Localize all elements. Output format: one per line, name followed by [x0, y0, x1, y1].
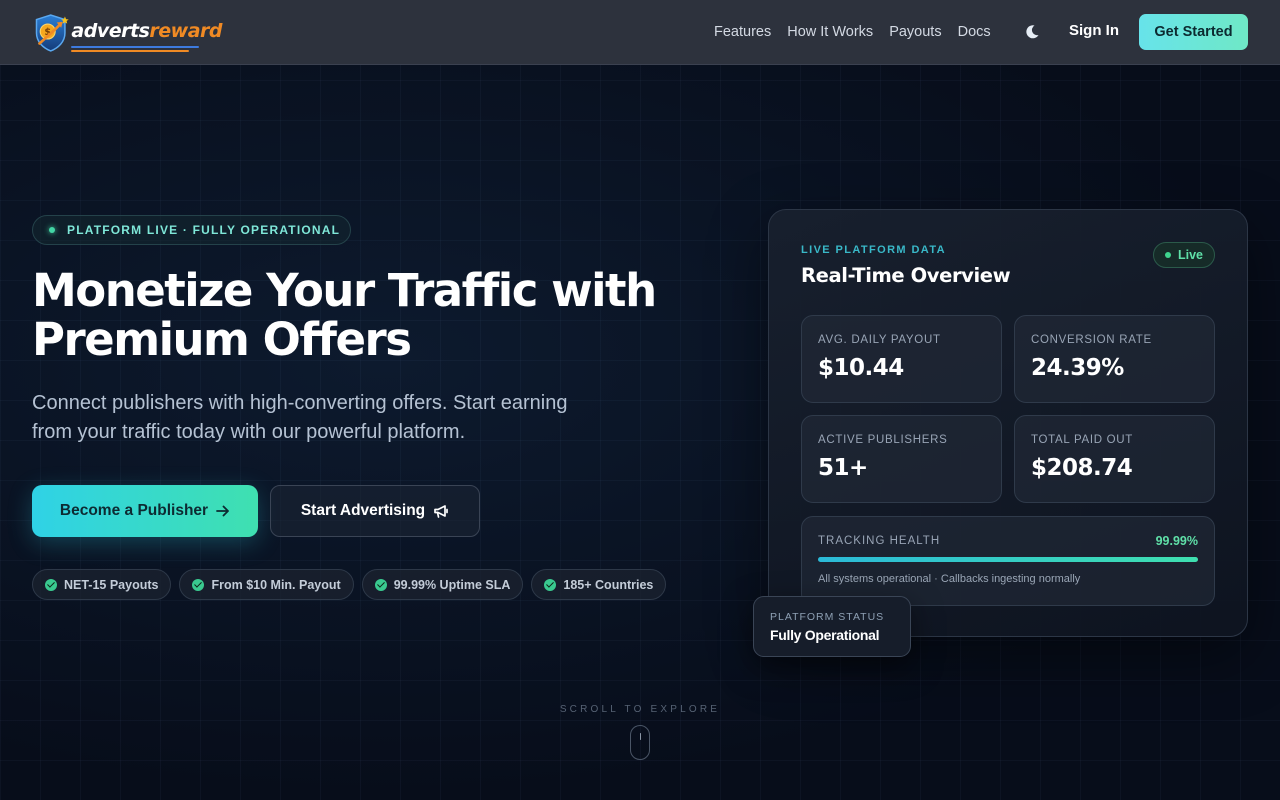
get-started-button[interactable]: Get Started: [1139, 14, 1248, 50]
stat-conversion-rate: CONVERSION RATE 24.39%: [1014, 315, 1215, 403]
check-circle-icon: [374, 578, 387, 591]
chip-uptime: 99.99% Uptime SLA: [361, 569, 524, 600]
health-progress-track: [818, 557, 1198, 562]
platform-status-card: PLATFORM STATUS Fully Operational: [753, 596, 911, 657]
stat-label: CONVERSION RATE: [1031, 334, 1152, 346]
stat-active-publishers: ACTIVE PUBLISHERS 51+: [801, 415, 1002, 503]
stat-avg-daily-payout: AVG. DAILY PAYOUT $10.44: [801, 315, 1002, 403]
card-title: Real-Time Overview: [801, 264, 1011, 287]
top-navbar: $ advertsreward Features How It Works Pa…: [0, 0, 1280, 65]
become-publisher-button[interactable]: Become a Publisher: [32, 485, 258, 537]
shield-dollar-logo-icon: $: [35, 14, 69, 52]
platform-status-pill: PLATFORM LIVE · FULLY OPERATIONAL: [32, 215, 351, 245]
platform-status-value: Fully Operational: [770, 627, 880, 643]
health-note: All systems operational · Callbacks inge…: [818, 573, 1081, 585]
chip-countries: 185+ Countries: [531, 569, 667, 600]
nav-link-payouts[interactable]: Payouts: [889, 24, 941, 40]
moon-icon[interactable]: [1024, 24, 1040, 40]
chip-min-payout: From $10 Min. Payout: [179, 569, 354, 600]
scroll-mouse-icon[interactable]: [630, 725, 650, 760]
status-dot-icon: [49, 227, 55, 233]
live-badge: Live: [1153, 242, 1215, 268]
live-label: Live: [1177, 248, 1203, 262]
chip-label: 99.99% Uptime SLA: [393, 577, 511, 592]
stat-total-paid-out: TOTAL PAID OUT $208.74: [1014, 415, 1215, 503]
stat-label: AVG. DAILY PAYOUT: [818, 334, 941, 346]
health-progress-fill: [818, 557, 1198, 562]
hero-subtitle: Connect publishers with high-converting …: [32, 392, 568, 443]
stat-value: 24.39%: [1031, 355, 1124, 381]
brand-name-part2: reward: [149, 20, 222, 42]
tracking-health-panel: TRACKING HEALTH 99.99% All systems opera…: [801, 516, 1215, 606]
stat-value: 51+: [818, 455, 868, 481]
stat-label: TOTAL PAID OUT: [1031, 434, 1134, 446]
realtime-overview-card: LIVE PLATFORM DATA Real-Time Overview Li…: [768, 209, 1248, 637]
live-dot-icon: [1164, 252, 1171, 258]
brand-wordmark: advertsreward: [71, 20, 222, 52]
hero-headline: Monetize Your Traffic with Premium Offer…: [32, 266, 712, 364]
start-advertising-label: Start Advertising: [300, 502, 426, 519]
primary-nav: Features How It Works Payouts Docs: [714, 0, 1007, 64]
hero-headline-line2: Premium Offers: [32, 313, 412, 366]
brand-underline: [71, 46, 200, 54]
health-label: TRACKING HEALTH: [818, 535, 941, 547]
stat-label: ACTIVE PUBLISHERS: [818, 434, 948, 446]
start-advertising-button[interactable]: Start Advertising: [270, 485, 480, 537]
hero-headline-line1: Monetize Your Traffic with: [32, 264, 657, 317]
status-pill-text: PLATFORM LIVE · FULLY OPERATIONAL: [67, 223, 341, 237]
become-publisher-label: Become a Publisher: [59, 502, 209, 519]
card-kicker: LIVE PLATFORM DATA: [801, 244, 946, 256]
brand-name-part1: adverts: [71, 20, 150, 42]
chip-label: From $10 Min. Payout: [211, 577, 341, 592]
stat-value: $208.74: [1031, 455, 1133, 481]
health-percent: 99.99%: [1155, 534, 1198, 548]
nav-link-how-it-works[interactable]: How It Works: [787, 24, 873, 40]
feature-chips: NET-15 Payouts From $10 Min. Payout 99.9…: [32, 569, 667, 600]
sign-in-link[interactable]: Sign In: [1069, 22, 1119, 39]
nav-link-features[interactable]: Features: [714, 24, 771, 40]
megaphone-icon: [434, 504, 449, 518]
stat-value: $10.44: [818, 355, 904, 381]
brand-logo[interactable]: $ advertsreward: [32, 6, 222, 60]
arrow-right-icon: [216, 505, 229, 517]
check-circle-icon: [544, 578, 557, 591]
check-circle-icon: [45, 578, 57, 591]
nav-link-docs[interactable]: Docs: [958, 24, 991, 40]
chip-net15: NET-15 Payouts: [32, 569, 172, 600]
mouse-wheel: [639, 733, 641, 740]
chip-label: 185+ Countries: [563, 577, 654, 592]
platform-status-label: PLATFORM STATUS: [770, 611, 885, 623]
chip-label: NET-15 Payouts: [64, 577, 159, 592]
scroll-hint: SCROLL TO EXPLORE: [559, 704, 721, 715]
check-circle-icon: [192, 578, 205, 591]
